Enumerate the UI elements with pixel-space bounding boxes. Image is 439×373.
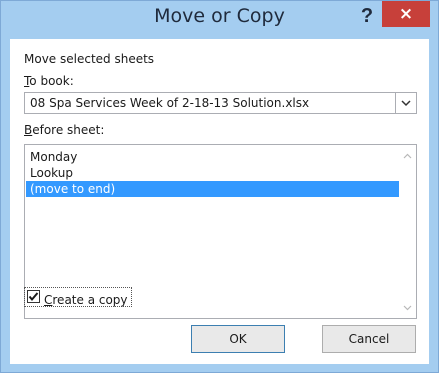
create-copy-label-text: reate a copy	[52, 293, 128, 307]
before-sheet-accesskey: B	[24, 123, 33, 137]
cancel-button[interactable]: Cancel	[322, 325, 416, 353]
chevron-down-icon	[403, 305, 412, 310]
to-book-dropdown[interactable]: 08 Spa Services Week of 2-18-13 Solution…	[24, 92, 417, 114]
move-selected-sheets-label: Move selected sheets	[24, 52, 155, 66]
chevron-down-icon	[401, 99, 411, 106]
ok-button[interactable]: OK	[191, 325, 285, 353]
create-copy-option[interactable]: Create a copy	[24, 287, 132, 307]
chevron-up-icon	[403, 153, 412, 158]
dropdown-button[interactable]	[395, 93, 416, 113]
sheet-list-item-selected[interactable]: (move to end)	[26, 181, 400, 197]
before-sheet-label: Before sheet:	[24, 123, 104, 137]
to-book-value: 08 Spa Services Week of 2-18-13 Solution…	[30, 96, 310, 110]
title-bar[interactable]: Move or Copy ? ×	[1, 1, 438, 39]
scroll-up-button[interactable]	[399, 147, 416, 164]
scroll-down-button[interactable]	[399, 299, 416, 316]
help-button[interactable]: ?	[355, 1, 379, 31]
listbox-scrollbar[interactable]	[399, 145, 416, 318]
create-copy-label: Create a copy	[44, 293, 128, 307]
to-book-label-text: o book:	[29, 74, 74, 88]
dialog-body: Move selected sheets To book: 08 Spa Ser…	[10, 39, 429, 364]
sheet-list-item[interactable]: Monday	[26, 149, 400, 165]
to-book-label: To book:	[24, 74, 74, 88]
checkmark-icon	[28, 292, 39, 302]
sheet-list-item[interactable]: Lookup	[26, 165, 400, 181]
close-button[interactable]: ×	[382, 1, 430, 27]
create-copy-checkbox[interactable]	[27, 290, 40, 303]
before-sheet-label-text: efore sheet:	[32, 123, 105, 137]
move-or-copy-dialog: Move or Copy ? × Move selected sheets To…	[0, 0, 439, 373]
